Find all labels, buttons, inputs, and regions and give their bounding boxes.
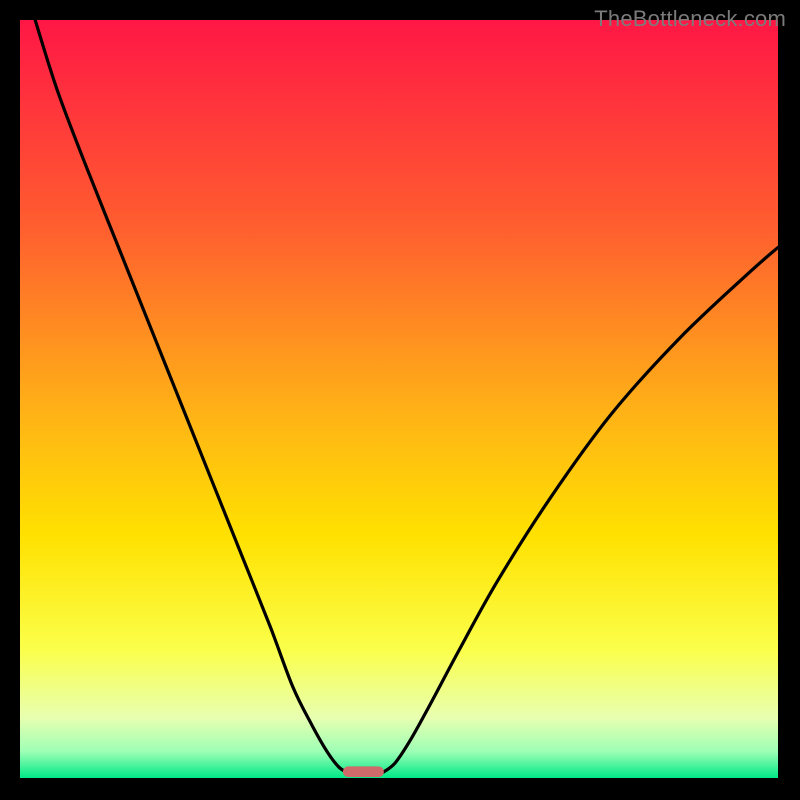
- plot-frame: [20, 20, 778, 778]
- bottleneck-marker-pill: [343, 766, 384, 777]
- bottleneck-marker: [343, 766, 384, 777]
- chart-container: TheBottleneck.com: [0, 0, 800, 800]
- watermark-label: TheBottleneck.com: [594, 6, 786, 32]
- gradient-background: [20, 20, 778, 778]
- chart-svg: [20, 20, 778, 778]
